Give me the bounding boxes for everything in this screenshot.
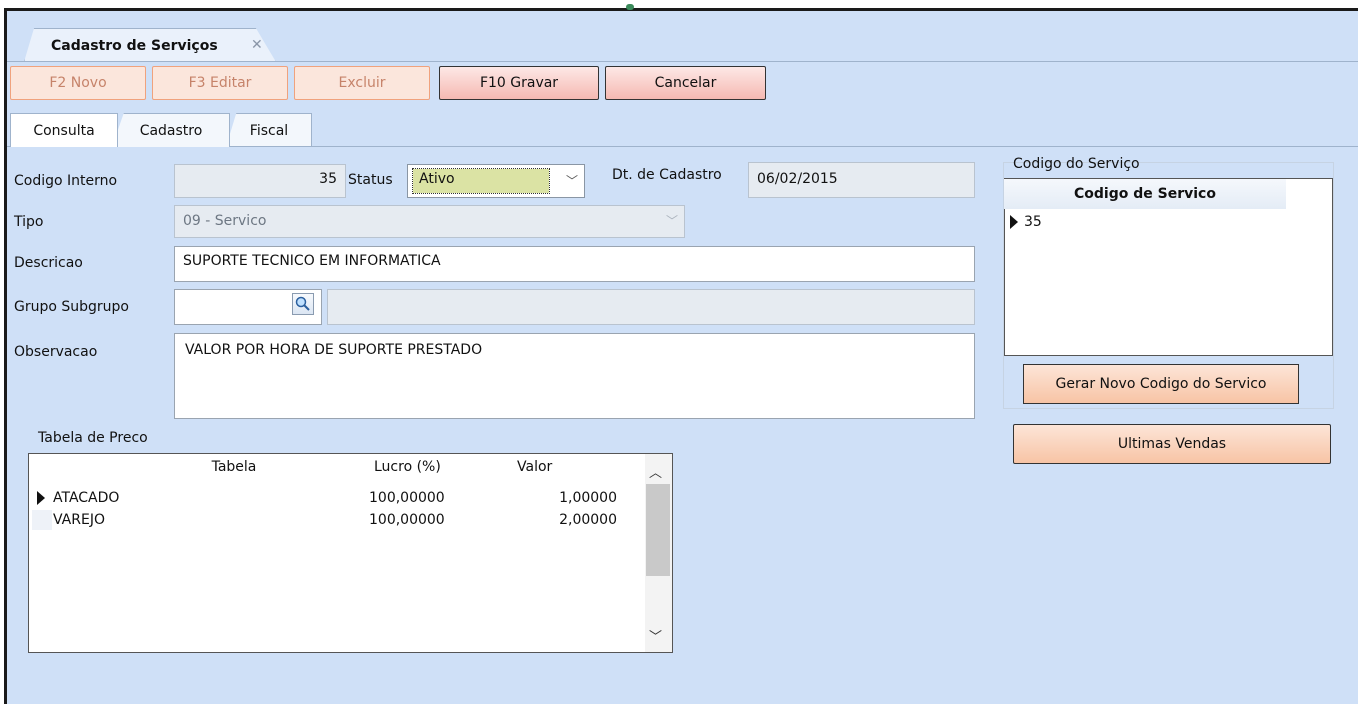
cell-codigo: 35 (1024, 214, 1042, 230)
cell-tabela: ATACADO (53, 490, 120, 506)
scroll-up-icon[interactable]: ︿ (649, 462, 662, 481)
column-header-lucro[interactable]: Lucro (%) (374, 454, 474, 482)
tabela-preco-grid[interactable]: Tabela Lucro (%) Valor ATACADO 100,00000… (28, 453, 673, 653)
cell-valor: 2,00000 (559, 512, 617, 528)
table-row[interactable]: VAREJO 100,00000 2,00000 (29, 508, 623, 532)
gerar-codigo-button[interactable]: Gerar Novo Codigo do Servico (1023, 364, 1299, 404)
scroll-down-icon[interactable]: ﹀ (649, 626, 662, 645)
cell-tabela: VAREJO (53, 512, 105, 528)
dt-cadastro-label: Dt. de Cadastro (612, 167, 722, 183)
status-label: Status (348, 172, 393, 188)
chevron-down-icon[interactable]: ﹀ (566, 172, 578, 189)
cancelar-button[interactable]: Cancelar (605, 66, 766, 100)
column-header-valor[interactable]: Valor (517, 454, 597, 482)
tab-cadastro[interactable]: Cadastro (112, 113, 230, 147)
chevron-down-icon[interactable]: ﹀ (666, 212, 678, 229)
search-icon[interactable] (292, 293, 314, 315)
tipo-label: Tipo (14, 214, 44, 230)
grupo-subgrupo-label: Grupo Subgrupo (14, 299, 129, 315)
observacao-field[interactable]: VALOR POR HORA DE SUPORTE PRESTADO (174, 333, 975, 419)
descricao-label: Descricao (14, 255, 83, 271)
status-select[interactable]: Ativo ﹀ (407, 164, 585, 198)
status-value: Ativo (412, 168, 550, 194)
cell-lucro: 100,00000 (369, 490, 445, 506)
row-pointer-icon (37, 491, 45, 505)
tipo-select[interactable]: 09 - Servico ﹀ (174, 205, 685, 238)
tab-consulta[interactable]: Consulta (10, 113, 118, 147)
status-light (626, 4, 634, 10)
novo-button[interactable]: F2 Novo (10, 66, 146, 100)
column-header-codigo[interactable]: Codigo de Servico (1004, 179, 1286, 209)
row-pointer-icon (1010, 215, 1018, 229)
divider (7, 61, 1358, 62)
document-tab[interactable]: Cadastro de Serviços ✕ (24, 28, 276, 62)
ultimas-vendas-button[interactable]: Ultimas Vendas (1013, 424, 1331, 464)
excluir-button[interactable]: Excluir (294, 66, 430, 100)
document-tab-title: Cadastro de Serviços (51, 38, 218, 54)
codigo-interno-label: Codigo Interno (14, 173, 118, 189)
tabela-preco-label: Tabela de Preco (38, 430, 148, 446)
tipo-value: 09 - Servico (183, 213, 267, 229)
cell-lucro: 100,00000 (369, 512, 445, 528)
descricao-field[interactable]: SUPORTE TECNICO EM INFORMATICA (174, 246, 975, 282)
close-icon[interactable]: ✕ (251, 37, 263, 53)
tab-fiscal[interactable]: Fiscal (226, 113, 312, 147)
grupo-descricao-field (327, 289, 975, 325)
column-header-tabela[interactable]: Tabela (29, 454, 319, 482)
gravar-button[interactable]: F10 Gravar (439, 66, 599, 100)
dt-cadastro-field[interactable]: 06/02/2015 (748, 162, 975, 198)
codigo-servico-label: Codigo do Serviço (1013, 156, 1140, 172)
codigo-interno-field[interactable]: 35 (174, 164, 346, 198)
observacao-label: Observacao (14, 344, 98, 360)
row-indicator (32, 510, 52, 530)
table-row[interactable]: ATACADO 100,00000 1,00000 (29, 486, 623, 510)
scrollbar-thumb[interactable] (646, 484, 670, 576)
cell-valor: 1,00000 (559, 490, 617, 506)
editar-button[interactable]: F3 Editar (152, 66, 288, 100)
table-row[interactable]: 35 (1004, 210, 1286, 234)
